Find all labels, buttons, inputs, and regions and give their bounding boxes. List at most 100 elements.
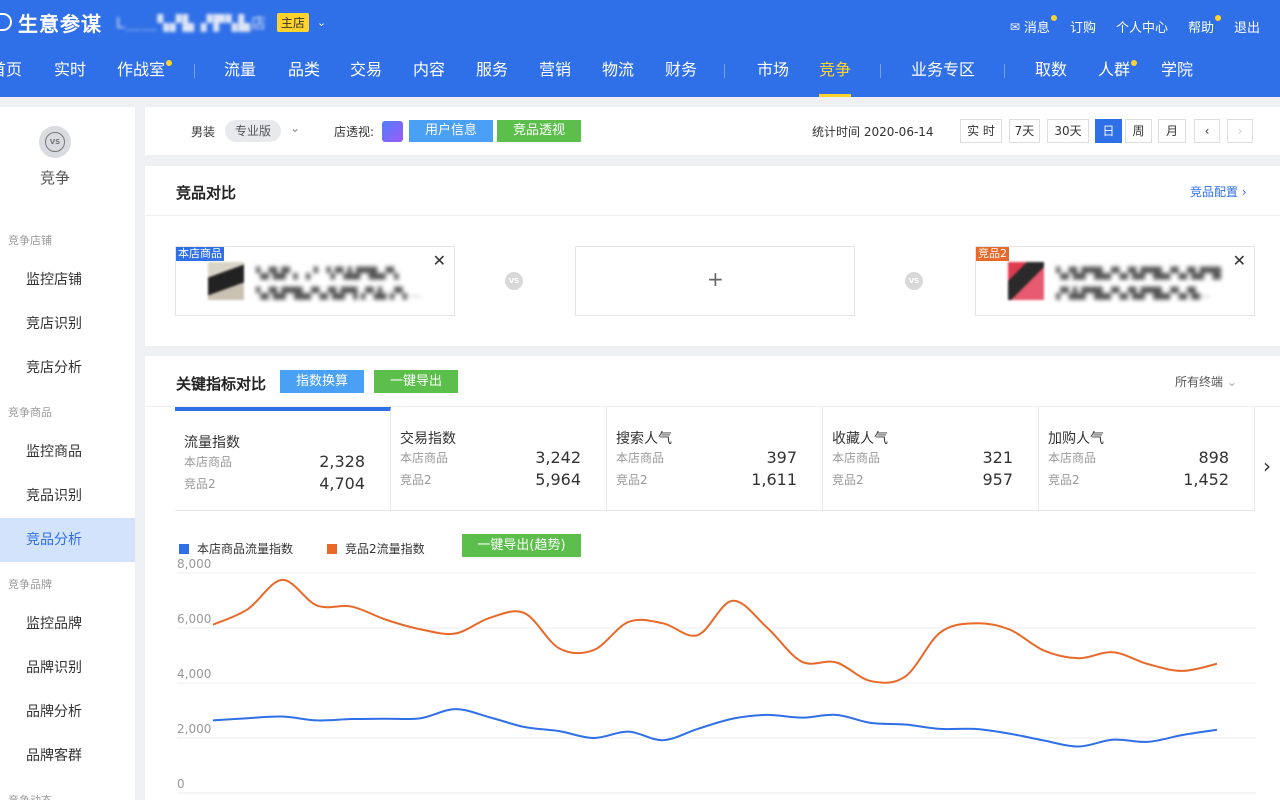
app-name: 生意参谋 — [18, 11, 102, 36]
nav-item-label: 品类 — [288, 60, 321, 79]
top-link-1[interactable]: 订购 — [1070, 17, 1096, 36]
rival-label: 竞品2 — [400, 473, 432, 487]
top-link-label: 消息 — [1023, 21, 1050, 36]
product-insight-button[interactable]: 竞品透视 — [497, 120, 581, 142]
vs-icon: VS — [505, 272, 523, 290]
nav-item-16[interactable]: 学院 — [1161, 52, 1193, 97]
nav-item-10[interactable]: 财务 — [665, 52, 697, 97]
y-tick-label: 4,000 — [177, 667, 211, 681]
chevron-down-icon[interactable]: ⌄ — [290, 121, 300, 135]
series-line-0[interactable] — [212, 708, 1218, 748]
nav-item-0[interactable]: 首页 — [0, 52, 22, 97]
rival-product-slot[interactable]: 竞品2 ▚▞▙▛▜▙▞▚▞▙▛▜▙▞▚▞▙▛▜▙ ▞▚▙▛▜▙▞▚▞▙▛▜▙▞▚… — [975, 246, 1255, 316]
terminal-select[interactable]: 所有终端 ⌄ — [1175, 373, 1237, 390]
product-title[interactable]: ▚▞▙▛ ▖▗ ▘▝▞▚▙▛▜▙▞▚ ▚▞▙▛▜▙▞▚▞▙▛▜ ▞▚▙ ▞▚ .… — [256, 264, 421, 304]
own-label: 本店商品 — [832, 451, 881, 465]
next-arrow-icon[interactable]: › — [1263, 454, 1271, 478]
metric-card-4[interactable]: 加购人气 本店商品 竞品2 898 1,452 — [1039, 407, 1255, 511]
nav-item-5[interactable]: 交易 — [350, 52, 382, 97]
own-label: 本店商品 — [184, 455, 233, 469]
chevron-down-icon: ⌄ — [1226, 375, 1237, 389]
nav-item-13[interactable]: 业务专区 — [911, 52, 975, 97]
convert-index-button[interactable]: 指数换算 — [280, 370, 364, 393]
product-thumbnail[interactable] — [208, 262, 244, 300]
insight-logo-icon[interactable] — [382, 121, 403, 142]
add-product-slot[interactable]: + — [575, 246, 855, 316]
metric-card-0[interactable]: 流量指数 本店商品 竞品2 2,328 4,704 — [175, 407, 391, 511]
top-link-2[interactable]: 个人中心 — [1116, 17, 1168, 36]
sidebar-item-7[interactable]: 品牌识别 — [0, 646, 135, 690]
notification-dot — [1050, 15, 1057, 21]
sidebar-item-5[interactable]: 竞品分析 — [0, 518, 135, 562]
nav-item-11[interactable]: 市场 — [757, 52, 789, 97]
sidebar-item-4[interactable]: 竞品识别 — [0, 474, 135, 518]
export-button[interactable]: 一键导出 — [374, 370, 458, 393]
top-link-4[interactable]: 退出 — [1234, 17, 1260, 36]
nav-item-label: 人群 — [1098, 60, 1131, 79]
nav-item-2[interactable]: 作战室 — [117, 52, 173, 97]
plus-icon[interactable]: + — [707, 267, 724, 291]
own-value: 898 — [1198, 448, 1229, 467]
product-title[interactable]: ▚▞▙▛▜▙▞▚▞▙▛▜▙▞▚▞▙▛▜▙ ▞▚▙▛▜▙▞▚▞▙▛▜▙▞▚▞▙..… — [1056, 264, 1221, 304]
time-button-2[interactable]: 30天 — [1047, 119, 1089, 143]
top-link-0[interactable]: ✉ 消息 — [1010, 15, 1057, 36]
time-button-5[interactable]: 月 — [1158, 119, 1186, 143]
rival-product-tag: 竞品2 — [976, 247, 1009, 261]
nav-item-14[interactable]: 取数 — [1035, 52, 1067, 97]
brand[interactable]: 生意参谋 L＿＿▚▞▙ ▞▛▚▙店 主店 ⌄ — [0, 7, 326, 37]
metric-card-1[interactable]: 交易指数 本店商品 竞品2 3,242 5,964 — [391, 407, 607, 511]
nav-item-3[interactable]: 流量 — [224, 52, 256, 97]
close-icon[interactable]: ✕ — [433, 251, 446, 270]
nav-item-1[interactable]: 实时 — [54, 52, 86, 97]
own-product-slot[interactable]: 本店商品 ▚▞▙▛ ▖▗ ▘▝▞▚▙▛▜▙▞▚ ▚▞▙▛▜▙▞▚▞▙▛▜ ▞▚▙… — [175, 246, 455, 316]
user-info-button[interactable]: 用户信息 — [409, 120, 493, 142]
legend-item-0[interactable]: 本店商品流量指数 — [179, 540, 293, 557]
config-link[interactable]: 竞品配置 › — [1190, 183, 1247, 200]
legend-item-1[interactable]: 竞品2流量指数 — [327, 540, 425, 557]
sidebar-item-3[interactable]: 监控商品 — [0, 430, 135, 474]
top-link-label: 退出 — [1233, 21, 1260, 36]
nav-item-label: 作战室 — [117, 60, 166, 79]
nav-separator — [880, 64, 881, 78]
time-button-3[interactable]: 日 — [1095, 119, 1122, 143]
top-link-3[interactable]: 帮助 — [1188, 15, 1221, 36]
sidebar-item-0[interactable]: 监控店铺 — [0, 258, 135, 302]
nav-item-label: 学院 — [1161, 60, 1194, 79]
product-thumbnail[interactable] — [1008, 262, 1044, 300]
sidebar-item-1[interactable]: 竞店识别 — [0, 302, 135, 346]
sidebar-item-2[interactable]: 竞店分析 — [0, 346, 135, 390]
nav-item-label: 竞争 — [819, 60, 852, 79]
trend-chart: 8,000 6,000 4,000 2,000 0 — [177, 557, 1256, 794]
close-icon[interactable]: ✕ — [1233, 251, 1246, 270]
time-button-1[interactable]: 7天 — [1009, 119, 1040, 143]
shop-badge: 主店 — [276, 12, 309, 32]
nav-item-4[interactable]: 品类 — [288, 52, 320, 97]
top-link-label: 订购 — [1069, 21, 1096, 36]
nav-item-12[interactable]: 竞争 — [819, 52, 852, 97]
time-button-0[interactable]: 实 时 — [960, 119, 1002, 143]
prev-date-button[interactable]: ‹ — [1194, 119, 1220, 143]
sidebar-item-8[interactable]: 品牌分析 — [0, 690, 135, 734]
metric-card-2[interactable]: 搜索人气 本店商品 竞品2 397 1,611 — [607, 407, 823, 511]
rival-value: 4,704 — [319, 474, 365, 493]
nav-item-label: 业务专区 — [911, 60, 976, 79]
chevron-down-icon[interactable]: ⌄ — [317, 16, 326, 29]
divider — [145, 215, 1280, 216]
export-trend-button[interactable]: 一键导出(趋势) — [462, 534, 581, 557]
time-button-4[interactable]: 周 — [1125, 119, 1152, 143]
edition-select[interactable]: 专业版 — [225, 120, 282, 142]
nav-item-9[interactable]: 物流 — [602, 52, 634, 97]
sidebar-item-6[interactable]: 监控品牌 — [0, 602, 135, 646]
y-tick-label: 8,000 — [177, 557, 211, 571]
nav-item-6[interactable]: 内容 — [413, 52, 445, 97]
nav-separator — [724, 64, 725, 78]
nav-item-label: 内容 — [413, 60, 446, 79]
series-line-1[interactable] — [212, 578, 1218, 684]
nav-item-15[interactable]: 人群 — [1098, 52, 1138, 97]
sidebar-item-9[interactable]: 品牌客群 — [0, 734, 135, 778]
next-date-button[interactable]: › — [1227, 119, 1253, 143]
sidebar-group-label: 竞争商品 — [8, 406, 52, 419]
nav-item-8[interactable]: 营销 — [539, 52, 571, 97]
nav-item-7[interactable]: 服务 — [476, 52, 508, 97]
metric-card-3[interactable]: 收藏人气 本店商品 竞品2 321 957 — [823, 407, 1039, 511]
